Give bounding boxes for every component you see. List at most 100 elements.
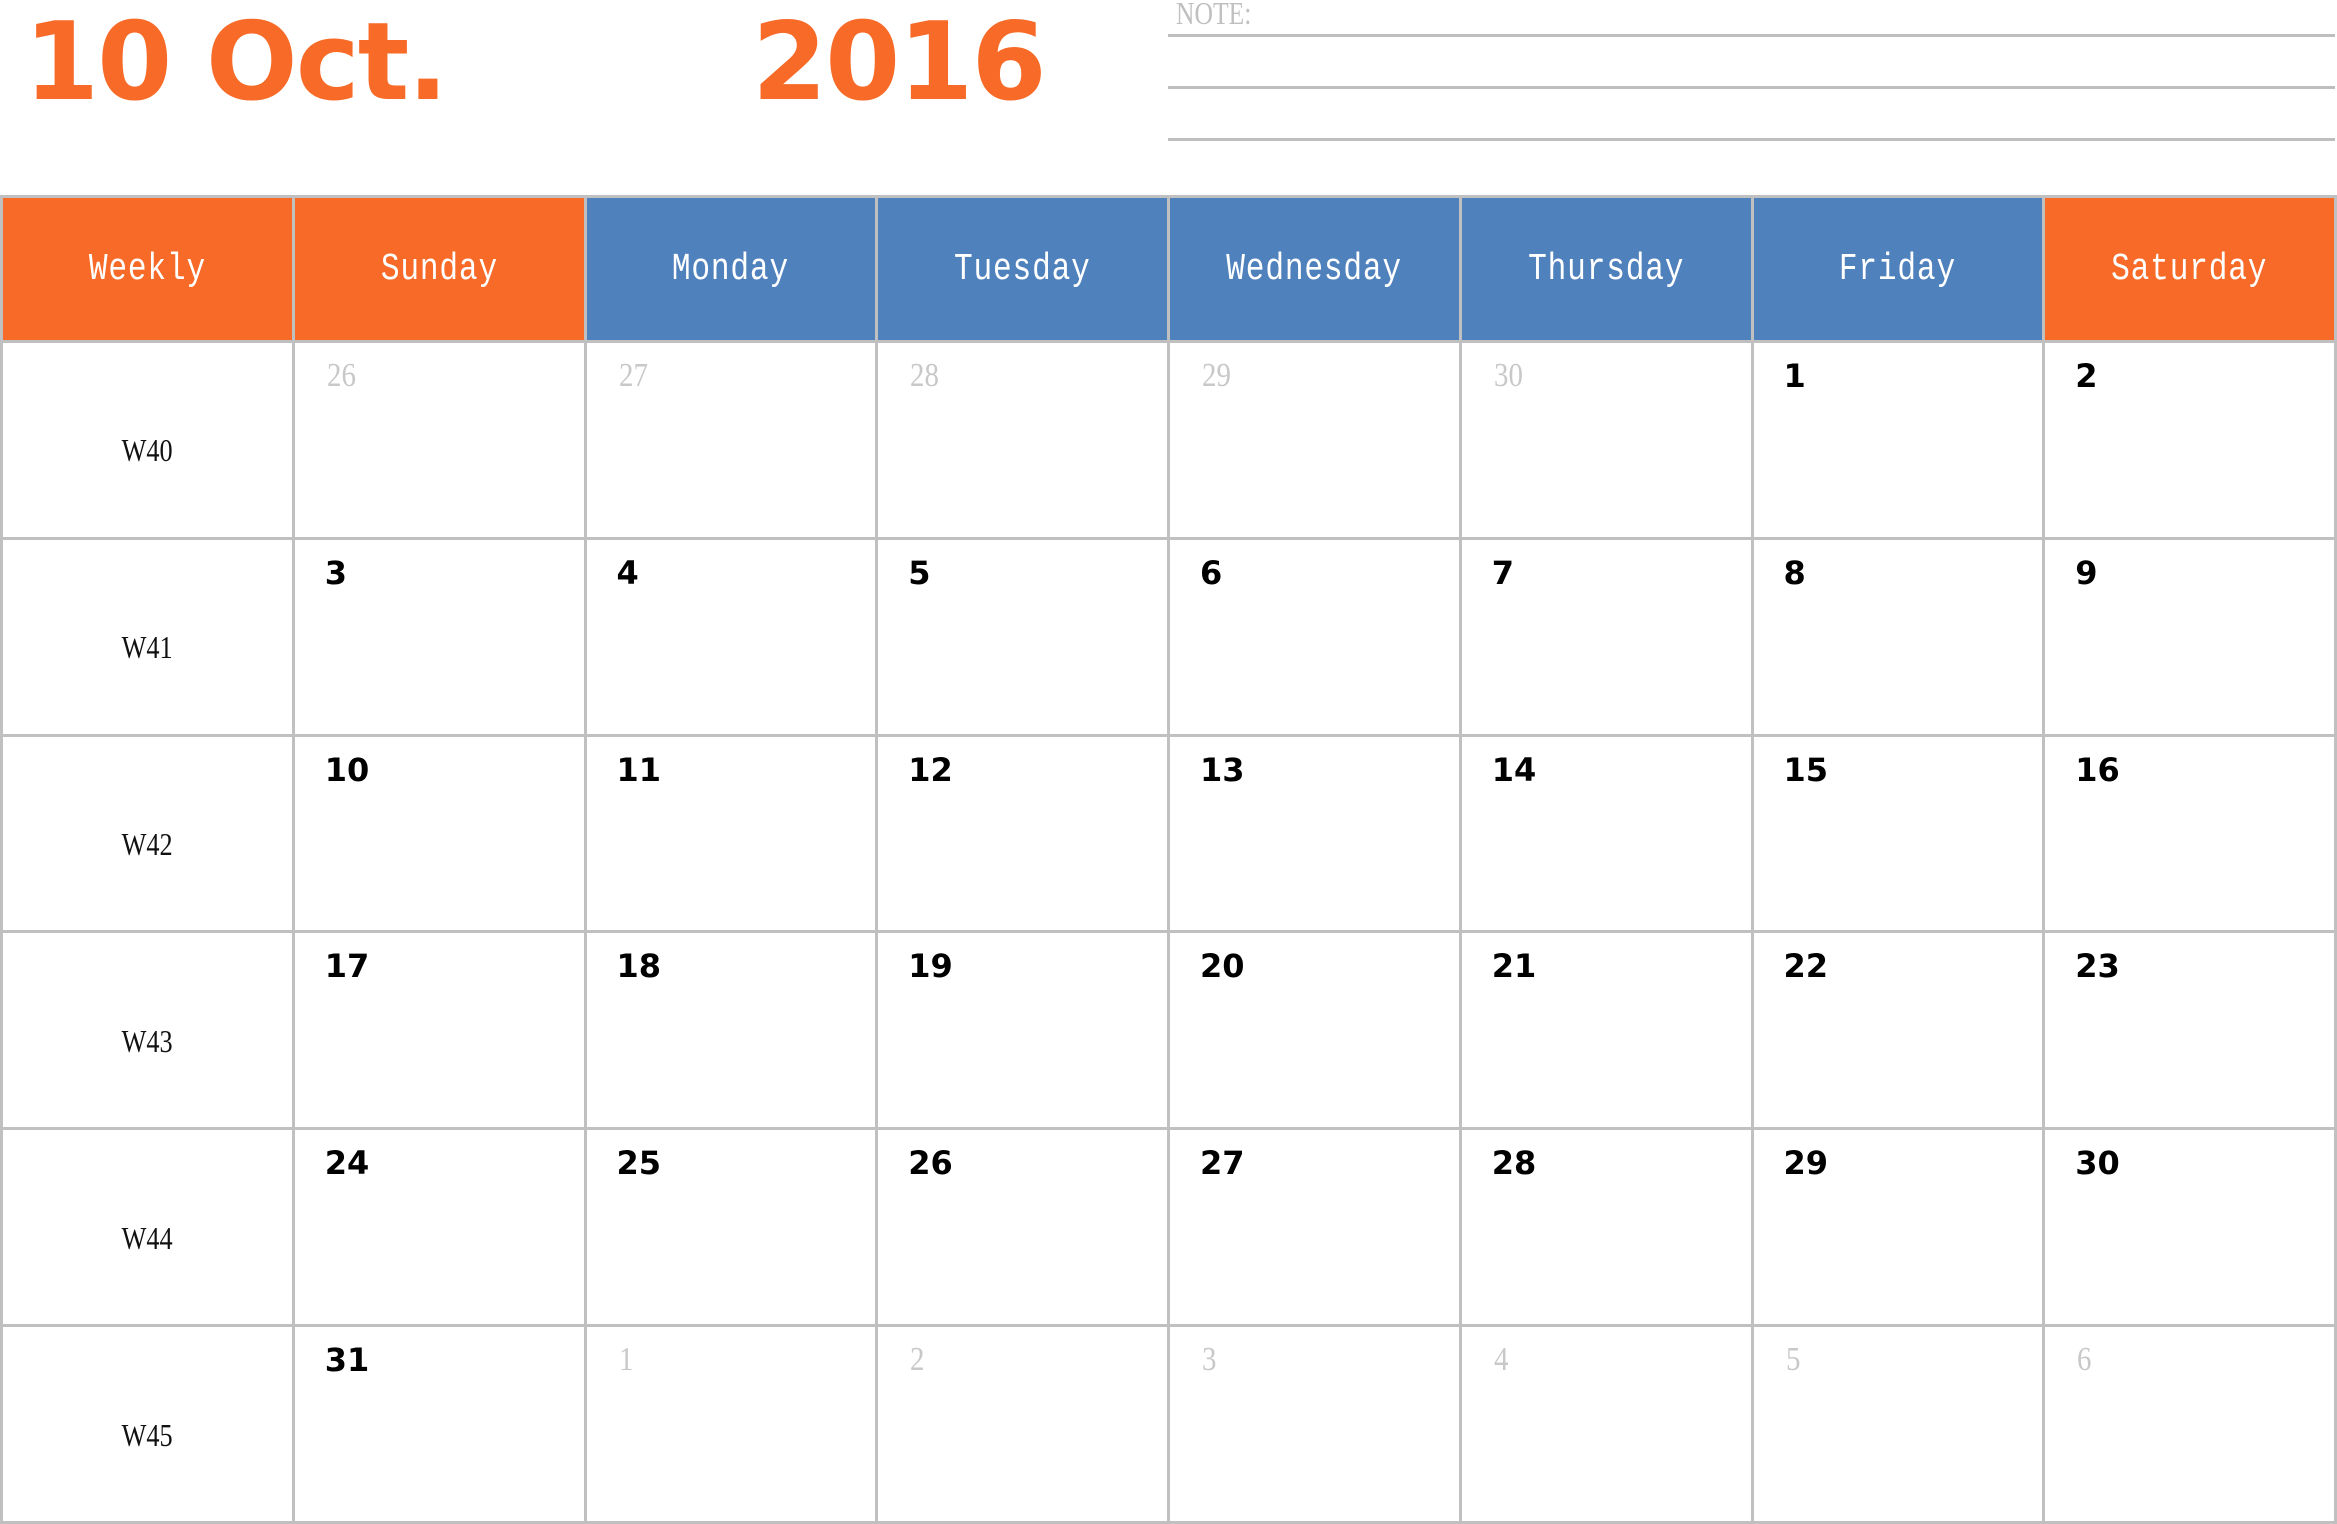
note-line[interactable] xyxy=(1168,138,2335,141)
day-cell[interactable]: 21 xyxy=(1461,933,1751,1128)
column-header-saturday: Saturday xyxy=(2045,198,2334,340)
day-cell[interactable]: 11 xyxy=(586,736,876,931)
column-header-label: Tuesday xyxy=(954,247,1091,291)
day-number: 19 xyxy=(908,947,953,986)
week-number-label: W45 xyxy=(121,1416,173,1453)
day-number: 2 xyxy=(910,1341,925,1379)
day-number: 6 xyxy=(1200,553,1223,592)
day-number: 5 xyxy=(1785,1341,1800,1379)
day-cell[interactable]: 8 xyxy=(1753,539,2043,734)
column-header-wednesday: Wednesday xyxy=(1170,198,1459,340)
day-number: 12 xyxy=(908,750,953,789)
day-cell[interactable]: 26 xyxy=(878,1130,1167,1325)
column-header-label: Sunday xyxy=(380,247,498,291)
year-title: 2016 xyxy=(752,0,1047,125)
day-cell[interactable]: 10 xyxy=(294,736,584,931)
column-header-thursday: Thursday xyxy=(1461,198,1751,340)
day-number: 17 xyxy=(324,947,370,986)
week-number-cell: W42 xyxy=(3,736,292,931)
column-header-label: Wednesday xyxy=(1226,247,1403,291)
day-number: 1 xyxy=(618,1341,633,1379)
day-cell[interactable]: 15 xyxy=(1753,736,2043,931)
day-cell[interactable]: 19 xyxy=(878,933,1167,1128)
week-number-cell: W41 xyxy=(3,539,292,734)
day-number: 18 xyxy=(616,947,662,986)
day-number: 29 xyxy=(1783,1144,1829,1183)
note-line[interactable] xyxy=(1168,34,2335,37)
day-cell[interactable]: 9 xyxy=(2045,539,2334,734)
day-number: 11 xyxy=(616,750,662,789)
day-cell[interactable]: 1 xyxy=(1753,343,2043,537)
day-cell[interactable]: 30 xyxy=(2045,1130,2334,1325)
day-number: 29 xyxy=(1202,357,1231,394)
week-number-label: W41 xyxy=(121,629,173,666)
day-number: 23 xyxy=(2075,947,2120,986)
day-cell[interactable]: 6 xyxy=(1170,539,1459,734)
day-cell[interactable]: 28 xyxy=(1461,1130,1751,1325)
day-cell[interactable]: 31 xyxy=(294,1327,584,1521)
day-cell[interactable]: 20 xyxy=(1170,933,1459,1128)
day-number: 26 xyxy=(326,357,356,394)
day-number: 20 xyxy=(1200,947,1245,986)
day-number: 3 xyxy=(324,553,348,592)
day-number: 30 xyxy=(1493,357,1523,394)
day-cell[interactable]: 12 xyxy=(878,736,1167,931)
day-cell-outside-month[interactable]: 5 xyxy=(1753,1327,2043,1521)
column-header-label: Friday xyxy=(1839,247,1957,291)
day-cell[interactable]: 29 xyxy=(1753,1130,2043,1325)
week-number-label: W43 xyxy=(121,1022,173,1059)
day-number: 5 xyxy=(908,553,931,592)
week-number-label: W44 xyxy=(121,1219,173,1256)
day-number: 31 xyxy=(324,1341,370,1380)
day-cell[interactable]: 24 xyxy=(294,1130,584,1325)
day-number: 1 xyxy=(1783,357,1806,395)
day-cell[interactable]: 5 xyxy=(878,539,1167,734)
day-number: 14 xyxy=(1491,750,1537,789)
day-number: 6 xyxy=(2077,1341,2092,1379)
column-header-weekly: Weekly xyxy=(3,198,292,340)
day-cell[interactable]: 18 xyxy=(586,933,876,1128)
day-number: 8 xyxy=(1783,553,1806,592)
day-cell[interactable]: 14 xyxy=(1461,736,1751,931)
day-number: 9 xyxy=(2075,553,2098,592)
day-cell-outside-month[interactable]: 29 xyxy=(1170,343,1459,537)
column-header-label: Thursday xyxy=(1528,247,1685,291)
day-cell[interactable]: 27 xyxy=(1170,1130,1459,1325)
day-cell-outside-month[interactable]: 28 xyxy=(878,343,1167,537)
week-number-cell: W45 xyxy=(3,1327,292,1521)
day-number: 27 xyxy=(1200,1144,1245,1183)
week-number-cell: W44 xyxy=(3,1130,292,1325)
column-header-sunday: Sunday xyxy=(294,198,584,340)
day-cell[interactable]: 17 xyxy=(294,933,584,1128)
day-cell-outside-month[interactable]: 2 xyxy=(878,1327,1167,1521)
day-cell[interactable]: 25 xyxy=(586,1130,876,1325)
day-number: 10 xyxy=(324,750,370,789)
day-cell[interactable]: 4 xyxy=(586,539,876,734)
day-number: 15 xyxy=(1783,750,1829,789)
day-cell-outside-month[interactable]: 27 xyxy=(586,343,876,537)
day-cell[interactable]: 2 xyxy=(2045,343,2334,537)
day-cell[interactable]: 13 xyxy=(1170,736,1459,931)
day-cell[interactable]: 3 xyxy=(294,539,584,734)
day-number: 25 xyxy=(616,1144,662,1183)
day-number: 4 xyxy=(616,553,639,592)
week-number-label: W42 xyxy=(121,826,173,863)
column-header-label: Monday xyxy=(672,247,790,291)
day-cell-outside-month[interactable]: 26 xyxy=(294,343,584,537)
day-cell-outside-month[interactable]: 3 xyxy=(1170,1327,1459,1521)
day-number: 21 xyxy=(1491,947,1537,986)
day-cell[interactable]: 23 xyxy=(2045,933,2334,1128)
day-cell-outside-month[interactable]: 4 xyxy=(1461,1327,1751,1521)
day-cell-outside-month[interactable]: 6 xyxy=(2045,1327,2334,1521)
day-number: 13 xyxy=(1200,750,1245,789)
day-number: 3 xyxy=(1202,1341,1217,1379)
day-cell[interactable]: 22 xyxy=(1753,933,2043,1128)
note-line[interactable] xyxy=(1168,86,2335,89)
day-cell-outside-month[interactable]: 30 xyxy=(1461,343,1751,537)
day-cell[interactable]: 16 xyxy=(2045,736,2334,931)
day-cell-outside-month[interactable]: 1 xyxy=(586,1327,876,1521)
day-number: 22 xyxy=(1783,947,1829,986)
day-number: 28 xyxy=(1491,1144,1537,1183)
day-cell[interactable]: 7 xyxy=(1461,539,1751,734)
column-header-friday: Friday xyxy=(1753,198,2043,340)
